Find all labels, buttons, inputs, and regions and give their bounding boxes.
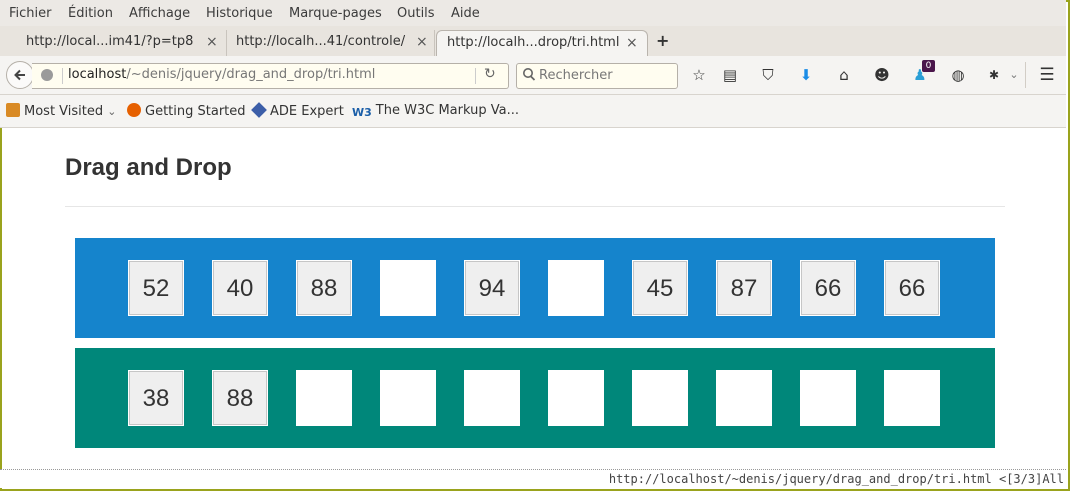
notification-badge: 0 xyxy=(922,60,935,72)
bookmarks-bar: Most Visited ⌄ Getting Started ADE Exper… xyxy=(0,95,1066,128)
tab-3-close-icon[interactable]: × xyxy=(626,35,638,51)
url-path: /~denis/jquery/drag_and_drop/tri.html xyxy=(126,67,376,82)
tab-3-label: http://localh...drop/tri.html xyxy=(447,35,620,50)
page-content: Drag and Drop 52 40 88 94 45 87 66 66 38 88 xyxy=(2,128,1066,468)
drop-slot[interactable] xyxy=(380,370,436,426)
drop-slot[interactable]: 66 xyxy=(800,260,856,316)
search-icon xyxy=(523,68,536,81)
palette-icon[interactable]: ◍ xyxy=(949,66,967,84)
drop-slot[interactable] xyxy=(716,370,772,426)
hamburger-menu-icon[interactable]: ☰ xyxy=(1038,66,1056,84)
firefox-icon xyxy=(127,103,141,117)
search-box[interactable] xyxy=(516,63,678,89)
bookmark-label: Getting Started xyxy=(145,104,246,119)
number-card[interactable]: 94 xyxy=(465,261,519,315)
drop-slot[interactable] xyxy=(296,370,352,426)
drop-slot[interactable]: 87 xyxy=(716,260,772,316)
number-card[interactable]: 66 xyxy=(885,261,939,315)
number-card[interactable]: 66 xyxy=(801,261,855,315)
home-icon[interactable]: ⌂ xyxy=(835,66,853,84)
menu-aide[interactable]: Aide xyxy=(451,6,480,21)
bug-extension-icon[interactable]: ✱ xyxy=(985,66,1003,84)
address-bar[interactable]: localhost/~denis/jquery/drag_and_drop/tr… xyxy=(32,63,509,89)
number-card[interactable]: 40 xyxy=(213,261,267,315)
drop-slot[interactable]: 88 xyxy=(296,260,352,316)
navigation-bar: localhost/~denis/jquery/drag_and_drop/tr… xyxy=(0,56,1066,95)
menu-historique[interactable]: Historique xyxy=(206,6,273,21)
url-text[interactable]: localhost/~denis/jquery/drag_and_drop/tr… xyxy=(68,67,375,82)
drop-slot[interactable]: 40 xyxy=(212,260,268,316)
drop-slot[interactable]: 66 xyxy=(884,260,940,316)
divider xyxy=(62,68,63,84)
tab-2[interactable]: http://localh...41/controle/ × xyxy=(226,30,435,56)
menu-fichier[interactable]: Fichier xyxy=(9,6,52,21)
divider xyxy=(65,206,1005,207)
drop-slot[interactable] xyxy=(632,370,688,426)
tab-2-close-icon[interactable]: × xyxy=(416,34,428,50)
menu-edition[interactable]: Édition xyxy=(68,6,113,21)
menu-outils[interactable]: Outils xyxy=(397,6,435,21)
status-url: http://localhost/~denis/jquery/drag_and_… xyxy=(608,472,1064,486)
chevron-down-icon: ⌄ xyxy=(107,105,117,118)
tab-1[interactable]: http://local...im41/?p=tp8 × xyxy=(16,30,227,56)
drop-slot[interactable] xyxy=(800,370,856,426)
bookmark-getting-started[interactable]: Getting Started xyxy=(127,103,246,119)
new-tab-button[interactable]: + xyxy=(656,31,669,50)
number-card[interactable]: 88 xyxy=(213,371,267,425)
url-host: localhost xyxy=(68,67,127,82)
folder-icon xyxy=(6,103,20,117)
ade-icon xyxy=(251,102,267,118)
bookmark-label: The W3C Markup Va... xyxy=(375,103,519,118)
reload-icon[interactable]: ↻ xyxy=(484,66,496,82)
bookmark-w3c-validator[interactable]: W3 The W3C Markup Va... xyxy=(352,103,519,120)
back-arrow-icon xyxy=(14,69,25,81)
smiley-icon[interactable]: ☻ xyxy=(873,66,891,84)
source-row: 52 40 88 94 45 87 66 66 xyxy=(75,238,995,338)
page-title: Drag and Drop xyxy=(65,154,232,181)
drop-slot[interactable]: 94 xyxy=(464,260,520,316)
tab-bar: http://local...im41/?p=tp8 × http://loca… xyxy=(0,26,1066,57)
chevron-down-icon[interactable]: ⌄ xyxy=(1005,66,1023,84)
back-button[interactable] xyxy=(6,61,34,89)
number-card[interactable]: 45 xyxy=(633,261,687,315)
drop-slot[interactable]: 38 xyxy=(128,370,184,426)
drop-slot[interactable]: 45 xyxy=(632,260,688,316)
menu-marque-pages[interactable]: Marque-pages xyxy=(289,6,382,21)
w3c-icon: W3 xyxy=(352,106,372,119)
number-card[interactable]: 88 xyxy=(297,261,351,315)
target-row: 38 88 xyxy=(75,348,995,448)
number-card[interactable]: 38 xyxy=(129,371,183,425)
download-icon[interactable]: ⬇ xyxy=(797,66,815,84)
menu-bar: Fichier Édition Affichage Historique Mar… xyxy=(0,0,1066,26)
reading-list-icon[interactable]: ▤ xyxy=(721,66,739,84)
divider xyxy=(475,68,476,84)
drop-slot[interactable] xyxy=(884,370,940,426)
drop-slot[interactable] xyxy=(380,260,436,316)
tab-2-label: http://localh...41/controle/ xyxy=(236,34,406,49)
drop-slot[interactable] xyxy=(548,260,604,316)
drop-slot[interactable] xyxy=(548,370,604,426)
search-input[interactable] xyxy=(539,66,669,84)
bookmark-most-visited[interactable]: Most Visited ⌄ xyxy=(6,103,116,119)
bookmark-ade-expert[interactable]: ADE Expert xyxy=(251,102,344,119)
drop-slot[interactable]: 52 xyxy=(128,260,184,316)
status-bar: http://localhost/~denis/jquery/drag_and_… xyxy=(0,469,1066,488)
drop-slot[interactable]: 88 xyxy=(212,370,268,426)
bookmark-label: ADE Expert xyxy=(270,104,344,119)
pocket-icon[interactable]: ⛉ xyxy=(759,66,777,84)
number-card[interactable]: 52 xyxy=(129,261,183,315)
number-card[interactable]: 87 xyxy=(717,261,771,315)
tab-3-active[interactable]: http://localh...drop/tri.html × xyxy=(436,30,648,57)
toolbar-divider xyxy=(1025,62,1026,88)
menu-affichage[interactable]: Affichage xyxy=(129,6,190,21)
drop-slot[interactable] xyxy=(464,370,520,426)
globe-icon xyxy=(41,69,53,81)
star-bookmark-icon[interactable]: ☆ xyxy=(690,66,708,84)
bookmark-label: Most Visited xyxy=(24,104,104,119)
tab-1-label: http://local...im41/?p=tp8 xyxy=(26,34,194,49)
tab-1-close-icon[interactable]: × xyxy=(206,34,218,50)
